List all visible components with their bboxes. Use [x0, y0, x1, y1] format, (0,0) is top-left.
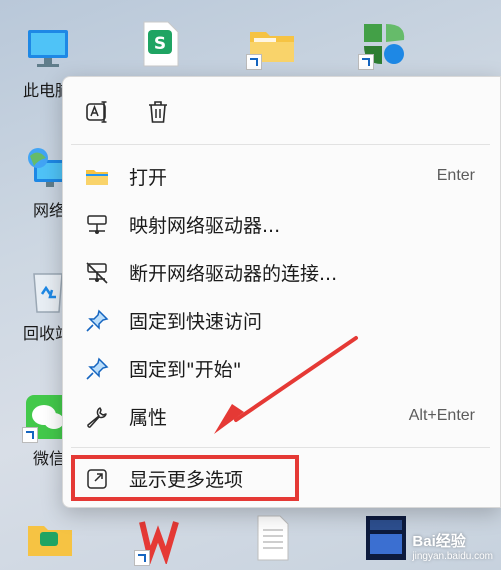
highlight-box [71, 455, 299, 501]
menu-item-label: 固定到快速访问 [129, 310, 263, 333]
context-menu: 打开 Enter 映射网络驱动器... 断开网络驱动器的连接... 固定到快速访… [62, 76, 501, 508]
folder-icon [85, 165, 109, 189]
delete-icon [149, 101, 167, 123]
menu-item-label: 断开网络驱动器的连接... [129, 262, 338, 285]
wps-sheet-icon: S [143, 21, 179, 67]
menu-item-label: 固定到"开始" [129, 358, 242, 381]
menu-item-pin-start[interactable]: 固定到"开始" [71, 347, 485, 389]
rename-button[interactable] [81, 95, 115, 129]
menu-separator [71, 144, 490, 145]
spreadsheet-file-icon[interactable]: S [120, 20, 200, 68]
menu-item-label: 打开 [129, 166, 168, 189]
watermark: Bai经验 jingyan.baidu.com [412, 530, 493, 562]
network-label: 网络 [33, 201, 66, 220]
wechat-label: 微信 [33, 449, 66, 468]
folder-shortcut-icon[interactable] [232, 20, 312, 70]
app-shortcut-icon[interactable] [344, 20, 424, 70]
photoshop-file-icon [366, 516, 406, 560]
menu-item-open[interactable]: 打开 Enter [71, 155, 485, 197]
rename-icon [86, 101, 107, 123]
watermark-url: jingyan.baidu.com [412, 551, 493, 562]
menu-item-properties[interactable]: 属性 Alt+Enter [71, 395, 485, 437]
menu-item-label: 属性 [129, 406, 168, 429]
sheet-folder-icon[interactable] [10, 514, 90, 562]
document-icon [257, 515, 289, 561]
text-file-icon[interactable] [232, 514, 312, 562]
menu-item-pin-quick-access[interactable]: 固定到快速访问 [71, 299, 485, 341]
shortcut-arrow-icon [358, 54, 374, 70]
folder-icon [28, 526, 72, 556]
shortcut-arrow-icon [22, 427, 38, 443]
context-menu-toolbar [63, 77, 500, 143]
menu-item-shortcut: Alt+Enter [408, 407, 475, 424]
delete-button[interactable] [141, 95, 175, 129]
wps-office-icon[interactable] [120, 516, 200, 567]
shortcut-arrow-icon [134, 550, 150, 566]
wrench-icon [85, 405, 109, 429]
menu-separator [71, 447, 490, 448]
menu-item-disconnect-network-drive[interactable]: 断开网络驱动器的连接... [71, 251, 485, 293]
disconnect-drive-icon [85, 261, 109, 285]
monitor-icon [28, 30, 68, 67]
svg-text:S: S [154, 34, 166, 54]
shortcut-arrow-icon [246, 54, 262, 70]
map-drive-icon [85, 213, 109, 237]
menu-item-map-network-drive[interactable]: 映射网络驱动器... [71, 203, 485, 245]
this-pc-icon[interactable] [8, 26, 88, 74]
menu-item-shortcut: Enter [436, 167, 475, 184]
menu-item-label: 映射网络驱动器... [129, 214, 281, 237]
pin-icon [85, 309, 109, 333]
pin-icon [85, 357, 109, 381]
watermark-brand: Bai经验 [412, 533, 466, 550]
